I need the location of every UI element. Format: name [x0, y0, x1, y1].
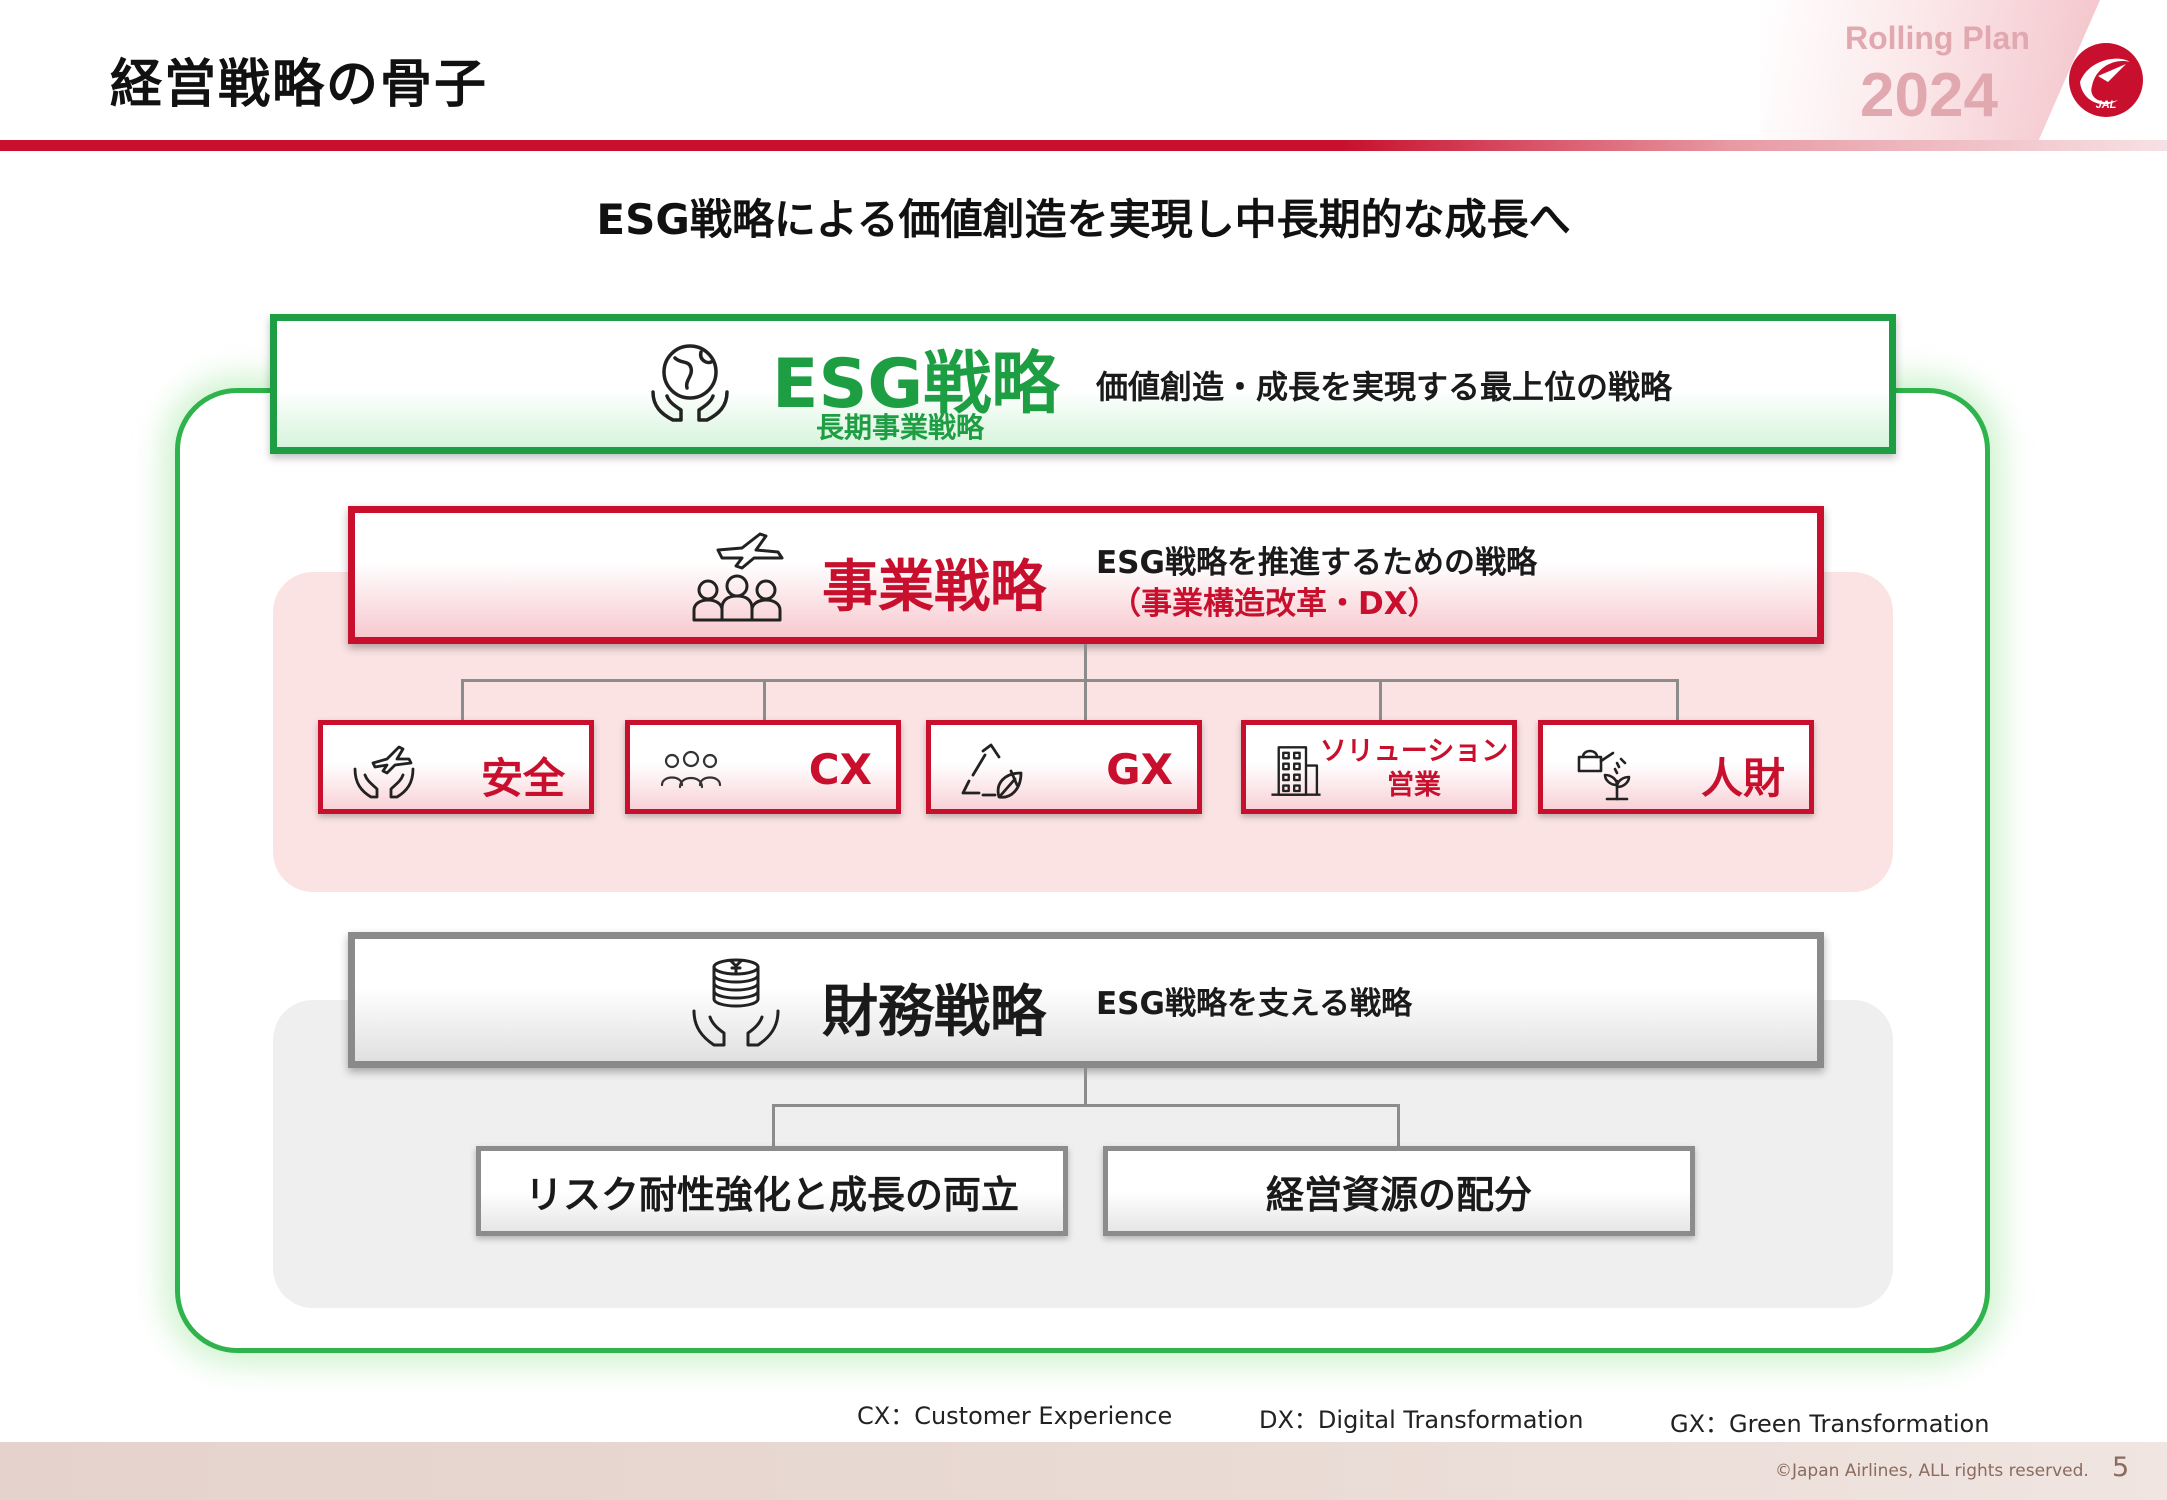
finance-item-resource-allocation: 経営資源の配分 — [1103, 1146, 1695, 1236]
solution-sales-line1: ソリューション — [1319, 736, 1509, 767]
finance-strategy-box — [348, 932, 1824, 1068]
slide-subtitle: ESG戦略による価値創造を実現し中長期的な成長へ — [596, 195, 1571, 244]
business-item-safety: 安全 — [318, 720, 594, 814]
page-number: 5 — [2112, 1452, 2130, 1483]
business-item-gx: GX — [926, 720, 1202, 814]
page-title: 経営戦略の骨子 — [110, 55, 489, 115]
business-item-cx-label: CX — [808, 745, 872, 794]
rolling-plan-year: 2024 — [1860, 61, 1998, 130]
esg-strategy-subtitle: 長期事業戦略 — [816, 411, 985, 444]
rolling-plan-label: Rolling Plan — [1845, 20, 2030, 56]
abbreviation-gx: GX：Green Transformation — [1670, 1410, 1990, 1438]
airplane-staff-icon — [692, 532, 784, 622]
people-group-icon — [660, 750, 722, 789]
globe-hands-icon — [651, 344, 729, 422]
title-rule — [0, 140, 2167, 151]
airplane-hands-icon — [353, 745, 415, 799]
business-strategy-box — [348, 506, 1824, 644]
finance-connector-stem — [1084, 1068, 1087, 1106]
business-item-gx-label: GX — [1106, 745, 1173, 794]
business-item-solution-sales-label: ソリューション 営業 — [1314, 735, 1514, 803]
recycle-leaf-icon — [961, 743, 1023, 799]
jal-logo-text: JAL — [2096, 99, 2117, 111]
finance-strategy-title: 財務戦略 — [822, 980, 1046, 1045]
business-connector-drop-4 — [1379, 679, 1382, 720]
business-item-cx: CX — [625, 720, 901, 814]
business-strategy-description-sub: （事業構造改革・DX） — [1110, 586, 1439, 622]
finance-connector-bar — [772, 1104, 1400, 1107]
business-connector-stem — [1084, 644, 1087, 725]
finance-strategy-description: ESG戦略を支える戦略 — [1096, 986, 1413, 1022]
business-item-human-capital-label: 人財 — [1700, 754, 1785, 803]
business-connector-drop-2 — [763, 679, 766, 720]
copyright-notice: ©Japan Airlines, ALL rights reserved. — [1775, 1461, 2089, 1481]
finance-connector-drop-1 — [772, 1104, 775, 1146]
abbreviation-cx: CX：Customer Experience — [857, 1402, 1173, 1430]
jal-logo: JAL — [2069, 43, 2143, 117]
business-connector-drop-1 — [461, 679, 464, 720]
finance-item-risk-resilience: リスク耐性強化と成長の両立 — [476, 1146, 1068, 1236]
esg-strategy-description: 価値創造・成長を実現する最上位の戦略 — [1096, 368, 1673, 406]
business-item-solution-sales: ソリューション 営業 — [1241, 720, 1517, 814]
finance-connector-drop-2 — [1397, 1104, 1400, 1146]
business-item-human-capital: 人財 — [1538, 720, 1814, 814]
watering-sprout-icon — [1577, 749, 1631, 801]
business-connector-bar — [461, 679, 1678, 682]
business-connector-drop-5 — [1676, 679, 1679, 720]
solution-sales-line2: 営業 — [1387, 770, 1441, 801]
abbreviation-dx: DX：Digital Transformation — [1259, 1406, 1584, 1434]
business-item-safety-label: 安全 — [480, 754, 565, 803]
business-strategy-description: ESG戦略を推進するための戦略 — [1096, 545, 1537, 581]
yen-coins-hands-icon — [692, 958, 780, 1047]
business-strategy-title: 事業戦略 — [822, 555, 1046, 620]
